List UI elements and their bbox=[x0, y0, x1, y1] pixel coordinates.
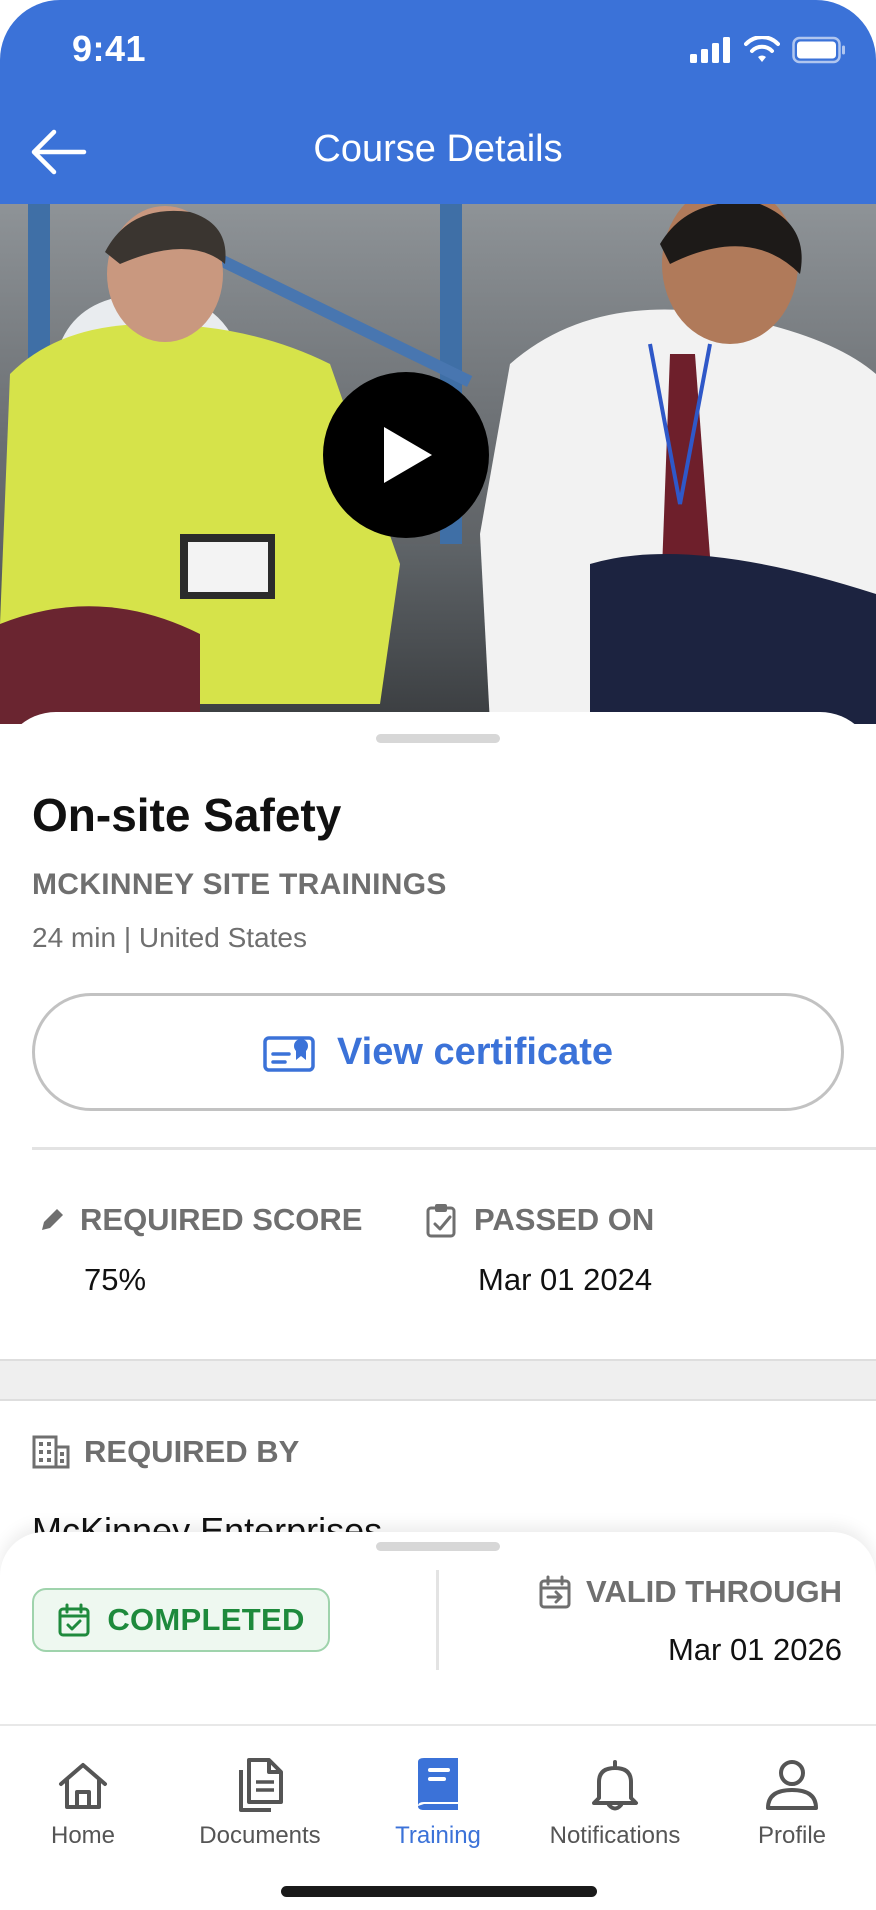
valid-through: VALID THROUGH Mar 01 2026 bbox=[538, 1574, 842, 1668]
app-screen: 9:41 Course Details On-site Safety MCKIN… bbox=[0, 0, 876, 1910]
course-meta: 24 min | United States bbox=[32, 922, 307, 953]
building-icon bbox=[32, 1435, 70, 1469]
section-divider bbox=[32, 1147, 876, 1150]
battery-icon bbox=[792, 36, 845, 64]
home-icon bbox=[59, 1763, 107, 1809]
status-time: 9:41 bbox=[72, 28, 147, 69]
tab-profile[interactable]: Profile bbox=[707, 1752, 876, 1850]
wifi-icon bbox=[744, 36, 780, 62]
tab-notifications-label: Notifications bbox=[549, 1822, 681, 1849]
tab-training[interactable]: Training bbox=[353, 1752, 523, 1850]
bell-icon bbox=[592, 1760, 638, 1811]
status-icons bbox=[690, 36, 846, 64]
play-button[interactable] bbox=[323, 372, 489, 538]
tab-notifications[interactable]: Notifications bbox=[530, 1752, 700, 1850]
passed-on-value: Mar 01 2024 bbox=[478, 1262, 653, 1297]
book-icon bbox=[418, 1758, 458, 1810]
valid-through-value: Mar 01 2026 bbox=[667, 1632, 842, 1667]
tab-home-label: Home bbox=[50, 1822, 116, 1849]
documents-icon bbox=[239, 1758, 283, 1812]
view-certificate-label: View certificate bbox=[336, 1030, 613, 1073]
required-score-value: 75% bbox=[84, 1262, 147, 1297]
section-separator bbox=[0, 1359, 876, 1401]
bottom-tab-bar: Home Documents Training Notifications Pr… bbox=[0, 1724, 876, 1910]
status-badge-label: COMPLETED bbox=[107, 1602, 305, 1637]
required-score: REQUIRED SCORE 75% bbox=[38, 1202, 362, 1298]
calendar-arrow-icon bbox=[539, 1575, 571, 1609]
required-score-label: REQUIRED SCORE bbox=[80, 1202, 363, 1237]
valid-through-label: VALID THROUGH bbox=[585, 1574, 842, 1609]
course-title: On-site Safety bbox=[32, 789, 342, 841]
course-details-sheet: On-site Safety MCKINNEY SITE TRAININGS 2… bbox=[0, 712, 876, 1612]
passed-on: PASSED ON Mar 01 2024 bbox=[424, 1202, 654, 1298]
tab-documents-label: Documents bbox=[199, 1822, 321, 1849]
calendar-check-icon bbox=[58, 1603, 90, 1637]
required-by: REQUIRED BY bbox=[32, 1434, 299, 1470]
sheet-handle[interactable] bbox=[376, 734, 500, 743]
card-handle[interactable] bbox=[376, 1542, 500, 1551]
tab-documents[interactable]: Documents bbox=[175, 1752, 345, 1850]
home-indicator[interactable] bbox=[281, 1886, 597, 1897]
completion-status-card: COMPLETED VALID THROUGH Mar 01 2026 bbox=[0, 1532, 876, 1732]
tab-profile-label: Profile bbox=[757, 1822, 827, 1849]
tab-home[interactable]: Home bbox=[0, 1752, 168, 1850]
profile-icon bbox=[766, 1760, 818, 1810]
course-video[interactable] bbox=[0, 204, 876, 724]
clipboard-check-icon bbox=[426, 1204, 456, 1238]
tab-training-label: Training bbox=[395, 1822, 481, 1849]
signal-icon bbox=[690, 37, 730, 63]
course-provider: MCKINNEY SITE TRAININGS bbox=[32, 868, 447, 901]
supervisor-image bbox=[480, 204, 876, 724]
required-by-label: REQUIRED BY bbox=[84, 1434, 300, 1469]
vertical-divider bbox=[436, 1570, 439, 1670]
status-badge: COMPLETED bbox=[32, 1588, 330, 1652]
play-icon bbox=[384, 427, 432, 483]
pencil-icon bbox=[42, 1209, 63, 1230]
passed-on-label: PASSED ON bbox=[474, 1202, 655, 1237]
page-title: Course Details bbox=[313, 128, 563, 170]
app-header: 9:41 Course Details bbox=[0, 0, 876, 204]
certificate-icon bbox=[263, 1036, 315, 1072]
view-certificate-button[interactable]: View certificate bbox=[32, 993, 844, 1111]
